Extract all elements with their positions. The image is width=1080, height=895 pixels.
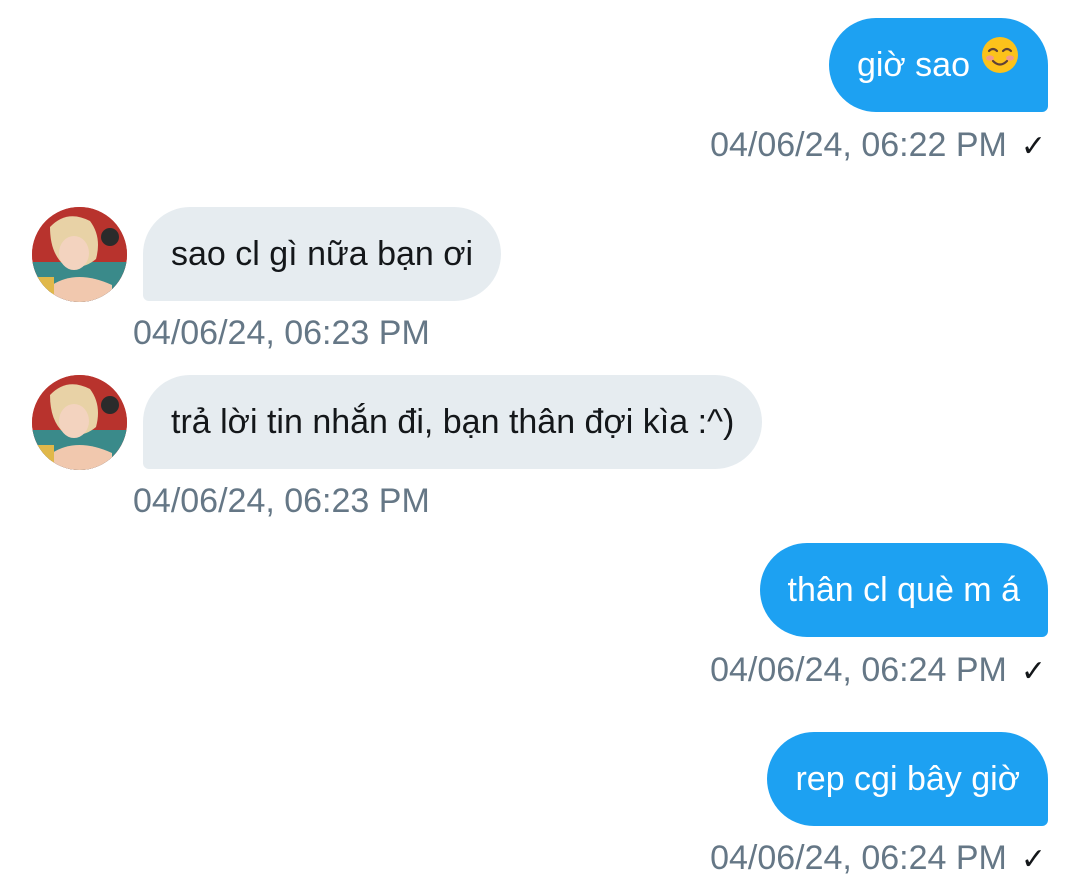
- message-text: giờ sao: [856, 46, 970, 84]
- timestamp: 04/06/24, 06:23 PM: [133, 482, 430, 520]
- message-bubble-incoming[interactable]: sao cl gì nữa bạn ơi: [143, 207, 502, 301]
- message-meta: 04/06/24, 06:24 PM ✓: [710, 838, 1046, 880]
- message-meta: 04/06/24, 06:23 PM: [133, 481, 430, 521]
- sent-check-icon: ✓: [1020, 843, 1046, 876]
- timestamp: 04/06/24, 06:24 PM: [710, 839, 1007, 877]
- avatar[interactable]: [32, 375, 127, 470]
- message-bubble-outgoing[interactable]: rep cgi bây giờ: [767, 732, 1048, 826]
- message-text: trả lời tin nhắn đi, bạn thân đợi kìa :^…: [171, 403, 735, 441]
- message-bubble-incoming[interactable]: trả lời tin nhắn đi, bạn thân đợi kìa :^…: [143, 375, 763, 469]
- timestamp: 04/06/24, 06:23 PM: [133, 314, 430, 352]
- message-text: sao cl gì nữa bạn ơi: [171, 235, 474, 273]
- message-bubble-outgoing[interactable]: thân cl què m á: [759, 543, 1048, 637]
- sent-check-icon: ✓: [1020, 655, 1046, 688]
- sent-check-icon: ✓: [1020, 130, 1046, 163]
- message-text: rep cgi bây giờ: [795, 760, 1020, 798]
- message-meta: 04/06/24, 06:22 PM ✓: [710, 125, 1046, 167]
- message-bubble-outgoing[interactable]: giờ sao: [828, 17, 1048, 112]
- smiling-face-with-blush-emoji-icon: [980, 17, 1020, 111]
- timestamp: 04/06/24, 06:22 PM: [710, 126, 1007, 164]
- avatar-photo-icon: [32, 207, 127, 302]
- avatar[interactable]: [32, 207, 127, 302]
- message-meta: 04/06/24, 06:23 PM: [133, 313, 430, 353]
- message-meta: 04/06/24, 06:24 PM ✓: [710, 650, 1046, 692]
- message-text: thân cl què m á: [787, 571, 1020, 609]
- avatar-photo-icon: [32, 375, 127, 470]
- timestamp: 04/06/24, 06:24 PM: [710, 651, 1007, 689]
